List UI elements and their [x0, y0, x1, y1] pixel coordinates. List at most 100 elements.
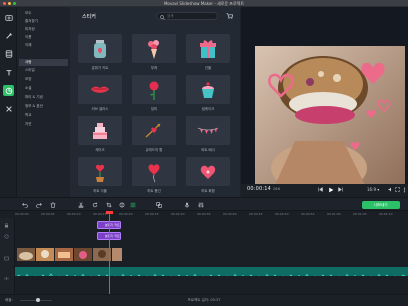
project-duration: 프로젝트 길이: 03:37 [0, 298, 408, 303]
bunting-icon [197, 127, 219, 134]
color-adjust-icon[interactable] [118, 201, 125, 208]
category-item[interactable]: 즐겨찾기 [19, 18, 68, 25]
audio-track-icon [4, 277, 9, 280]
sticker-tile[interactable] [78, 34, 122, 63]
lock-icon[interactable] [4, 223, 9, 228]
category-item[interactable]: 모두 [19, 10, 68, 17]
preview-image[interactable] [255, 46, 405, 185]
category-item[interactable]: 스마일 [19, 67, 68, 74]
video-clip-thumbnail[interactable] [74, 248, 92, 261]
more-options-icon[interactable] [401, 186, 408, 193]
category-item[interactable]: 이해 [19, 42, 68, 49]
volume-icon[interactable] [387, 186, 394, 193]
video-clip-thumbnail[interactable] [17, 248, 35, 261]
tool-rail [0, 7, 17, 197]
sticker-label: 부케 [150, 66, 158, 70]
search-input[interactable]: 검색 [156, 12, 218, 20]
time-value: 00:00:14 [247, 186, 272, 192]
category-item[interactable]: 모양 [19, 76, 68, 83]
player-controls: 00:00:14 266 16:9 ▾ [241, 184, 408, 197]
play-icon[interactable] [327, 186, 334, 193]
cart-icon[interactable] [226, 13, 233, 19]
sticker-label: 분위기 키트 [91, 66, 109, 70]
redo-icon[interactable] [35, 201, 42, 208]
search-placeholder: 검색 [167, 14, 174, 18]
duration-value: 03:37 [210, 298, 221, 302]
sticker-label: 러브 셀러스 [91, 107, 109, 111]
delete-icon[interactable] [49, 201, 56, 208]
playhead[interactable] [109, 211, 110, 294]
stickers-panel: 스티커 검색 분위기 키트 부케 선물 러브 셀러스 장미 컵케이크 케이크 큐… [70, 7, 240, 197]
next-frame-icon[interactable] [337, 186, 344, 193]
ruler-tick: 00:01:05 [353, 212, 367, 216]
ruler-tick: 00:00:20 [119, 212, 133, 216]
aspect-ratio-select[interactable]: 16:9 ▾ [367, 187, 379, 192]
crop-icon[interactable] [105, 201, 112, 208]
audio-settings-icon[interactable] [197, 201, 204, 208]
category-item-selected[interactable]: 사랑 [19, 59, 68, 66]
sticker-tile[interactable] [186, 75, 230, 104]
ruler-tick: 00:00:15 [93, 212, 107, 216]
properties-icon[interactable] [129, 201, 136, 208]
tools-icon[interactable] [3, 103, 14, 114]
sticker-tile[interactable] [78, 157, 122, 186]
import-icon[interactable] [3, 12, 14, 23]
sticker-tile[interactable] [132, 75, 176, 104]
ruler-tick: 00:00:55 [301, 212, 315, 216]
video-clip-thumbnail[interactable] [36, 248, 54, 261]
panel-title: 스티커 [82, 14, 96, 20]
duration-label: 프로젝트 길이: [187, 298, 210, 302]
balloon-icon [148, 163, 160, 182]
ruler-tick: 00:00:35 [197, 212, 211, 216]
ruler-tick: 00:00:05 [41, 212, 55, 216]
film-icon[interactable] [3, 48, 14, 59]
sticker-tile[interactable] [78, 116, 122, 145]
video-clip-thumbnail[interactable] [112, 248, 122, 261]
cut-icon[interactable] [77, 201, 84, 208]
time-ruler[interactable]: 00:00:00 00:00:05 00:00:10 00:00:15 00:0… [15, 211, 408, 218]
heart-flower-icon [200, 165, 216, 179]
rotate-icon[interactable] [91, 201, 98, 208]
wand-icon[interactable] [3, 30, 14, 41]
cupid-bow-icon [145, 123, 161, 137]
bouquet-icon [148, 39, 159, 59]
status-bar: 배율: 프로젝트 길이: 03:37 [0, 294, 408, 306]
undo-icon[interactable] [21, 201, 28, 208]
category-item[interactable]: 피처링 [19, 26, 68, 33]
cupcake-icon [202, 81, 214, 98]
category-list: 모두 즐겨찾기 피처링 이름 이해 사랑 스마일 모양 소셜 파티 & 기념 정… [18, 7, 69, 197]
ruler-tick: 00:00:10 [67, 212, 81, 216]
category-item[interactable]: 소셜 [19, 85, 68, 92]
cake-icon [93, 122, 107, 139]
audio-track[interactable] [15, 267, 408, 276]
sticker-tile[interactable] [132, 34, 176, 63]
export-button[interactable]: 내보내기 [362, 201, 400, 209]
ruler-tick: 00:00:30 [171, 212, 185, 216]
category-item[interactable]: 정보 & 옵션 [19, 103, 68, 110]
category-item[interactable]: 학교 [19, 112, 68, 119]
ruler-tick: 00:00:40 [223, 212, 237, 216]
category-item[interactable]: 이름 [19, 34, 68, 41]
sticker-label: 케이크 [95, 148, 105, 152]
sticker-tile[interactable] [186, 157, 230, 186]
titles-icon[interactable] [3, 67, 14, 78]
sticker-label: 하트 화환 [201, 189, 215, 193]
prev-frame-icon[interactable] [317, 186, 324, 193]
sticker-tile[interactable] [186, 34, 230, 63]
sticker-tile[interactable] [132, 116, 176, 145]
transition-icon[interactable] [155, 201, 162, 208]
clip-label: 분위기 키트 [105, 234, 120, 238]
lips-icon [91, 86, 109, 93]
video-clip-thumbnail[interactable] [55, 248, 73, 261]
category-item[interactable]: 자연 [19, 121, 68, 128]
sticker-tile[interactable] [132, 157, 176, 186]
stickers-icon[interactable] [3, 85, 14, 96]
track-headers [0, 218, 15, 294]
sticker-label: 하트 풍선 [147, 189, 161, 193]
sticker-tile[interactable] [78, 75, 122, 104]
fullscreen-icon[interactable] [394, 186, 401, 193]
category-item[interactable]: 파티 & 기념 [19, 94, 68, 101]
record-audio-icon[interactable] [183, 201, 190, 208]
sticker-tile[interactable] [186, 116, 230, 145]
gift-icon [200, 39, 216, 58]
